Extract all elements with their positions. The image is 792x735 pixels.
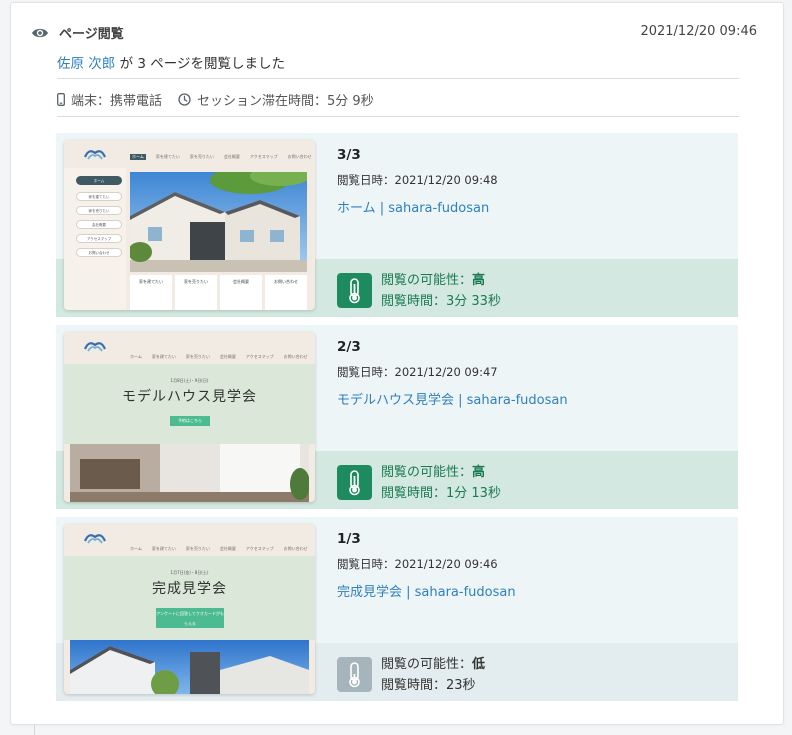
page-view-card: ページ閲覧 2021/12/20 09:46 佐原 次郎 が 3 ページを閲覧し… (10, 2, 784, 725)
house-photo (70, 640, 309, 694)
house-photo (130, 172, 307, 272)
session-duration: セッション滞在時間：5分 9秒 (197, 94, 374, 109)
divider (57, 78, 739, 79)
page-counter: 3/3 (337, 147, 361, 163)
site-nav: ホーム 家を建てたい 家を売りたい 会社概要 アクセスマップ お問い合わせ (130, 154, 312, 160)
user-link[interactable]: 佐原 次郎 (57, 56, 115, 72)
summary-text: が 3 ページを閲覧しました (115, 56, 285, 72)
entry-info: 2/3 閲覧日時：2021/12/20 09:47 モデルハウス見学会 | sa… (337, 339, 568, 408)
thermometer-icon (349, 470, 360, 496)
site-sidebar: ホーム 家を建てたい 家を売りたい 会社概要 アクセスマップ お問い合わせ (64, 168, 126, 310)
event-date: 1月7日(金)・8日(土) (170, 570, 209, 575)
viewed-at: 閲覧日時：2021/12/20 09:46 (337, 557, 498, 571)
thermometer-badge (337, 465, 372, 500)
mobile-phone-icon (57, 93, 65, 106)
site-tiles: 家を建てたい 家を売りたい 会社概要 お問い合わせ (130, 275, 307, 310)
thermometer-badge (337, 273, 372, 308)
likelihood-text: 閲覧の可能性：低 閲覧時間：23秒 (381, 654, 485, 696)
entry-info: 1/3 閲覧日時：2021/12/20 09:46 完成見学会 | sahara… (337, 531, 516, 600)
interior-photo (70, 444, 309, 502)
reserve-button: 予約はこちら (170, 416, 210, 426)
likelihood-text: 閲覧の可能性：高 閲覧時間：1分 13秒 (381, 462, 501, 504)
page-link[interactable]: ホーム | sahara-fudosan (337, 197, 498, 216)
page-view-entry: ホーム 家を建てたい 家を売りたい 会社概要 アクセスマップ お問い合わせ 1月… (56, 325, 738, 509)
likelihood-value: 低 (472, 657, 486, 672)
event-date: 1月8日(土)・9日(日) (170, 378, 209, 383)
thermometer-icon (349, 278, 360, 304)
summary-line: 佐原 次郎 が 3 ページを閲覧しました (57, 52, 285, 72)
thermometer-badge (337, 657, 372, 692)
divider (57, 116, 739, 117)
likelihood-text: 閲覧の可能性：高 閲覧時間：3分 33秒 (381, 270, 501, 312)
clock-icon (178, 93, 191, 106)
device-label: 端末：携帯電話 (71, 94, 163, 109)
site-logo (64, 524, 126, 552)
survey-button: アンケートに回答してクオカードがもらえる (156, 608, 224, 628)
event-timestamp: 2021/12/20 09:46 (640, 24, 757, 39)
page-counter: 2/3 (337, 339, 361, 355)
site-logo (64, 140, 126, 168)
page-view-entry: ホーム 家を建てたい 家を売りたい 会社概要 アクセスマップ お問い合わせ 1月… (56, 517, 738, 701)
site-logo (64, 332, 126, 360)
event-title: モデルハウス見学会 (122, 389, 257, 405)
page-link[interactable]: モデルハウス見学会 | sahara-fudosan (337, 389, 568, 408)
view-duration: 閲覧時間：1分 13秒 (381, 486, 501, 501)
site-nav: ホーム 家を建てたい 家を売りたい 会社概要 アクセスマップ お問い合わせ (130, 546, 308, 551)
view-duration: 閲覧時間：3分 33秒 (381, 294, 501, 309)
page-counter: 1/3 (337, 531, 361, 547)
likelihood-value: 高 (472, 465, 486, 480)
entry-info: 3/3 閲覧日時：2021/12/20 09:48 ホーム | sahara-f… (337, 147, 498, 216)
eye-icon (32, 28, 48, 37)
event-title: 完成見学会 (152, 581, 227, 597)
card-header: ページ閲覧 (31, 23, 124, 42)
likelihood-value: 高 (472, 273, 486, 288)
thermometer-icon (349, 662, 360, 688)
viewed-at: 閲覧日時：2021/12/20 09:48 (337, 173, 498, 187)
viewed-at: 閲覧日時：2021/12/20 09:47 (337, 365, 498, 379)
page-thumbnail[interactable]: ホーム 家を建てたい 家を売りたい 会社概要 アクセスマップ お問い合わせ 1月… (64, 524, 315, 694)
site-nav: ホーム 家を建てたい 家を売りたい 会社概要 アクセスマップ お問い合わせ (130, 354, 308, 359)
page-thumbnail[interactable]: ホーム 家を建てたい 家を売りたい 会社概要 アクセスマップ お問い合わせ 1月… (64, 332, 315, 502)
page-thumbnail[interactable]: ホーム 家を建てたい 家を売りたい 会社概要 アクセスマップ お問い合わせ ホー… (64, 140, 315, 310)
page-view-entry: ホーム 家を建てたい 家を売りたい 会社概要 アクセスマップ お問い合わせ ホー… (56, 133, 738, 317)
page-link[interactable]: 完成見学会 | sahara-fudosan (337, 581, 516, 600)
view-duration: 閲覧時間：23秒 (381, 678, 476, 693)
session-meta: 端末：携帯電話 セッション滞在時間：5分 9秒 (57, 90, 374, 109)
card-title: ページ閲覧 (59, 27, 124, 42)
